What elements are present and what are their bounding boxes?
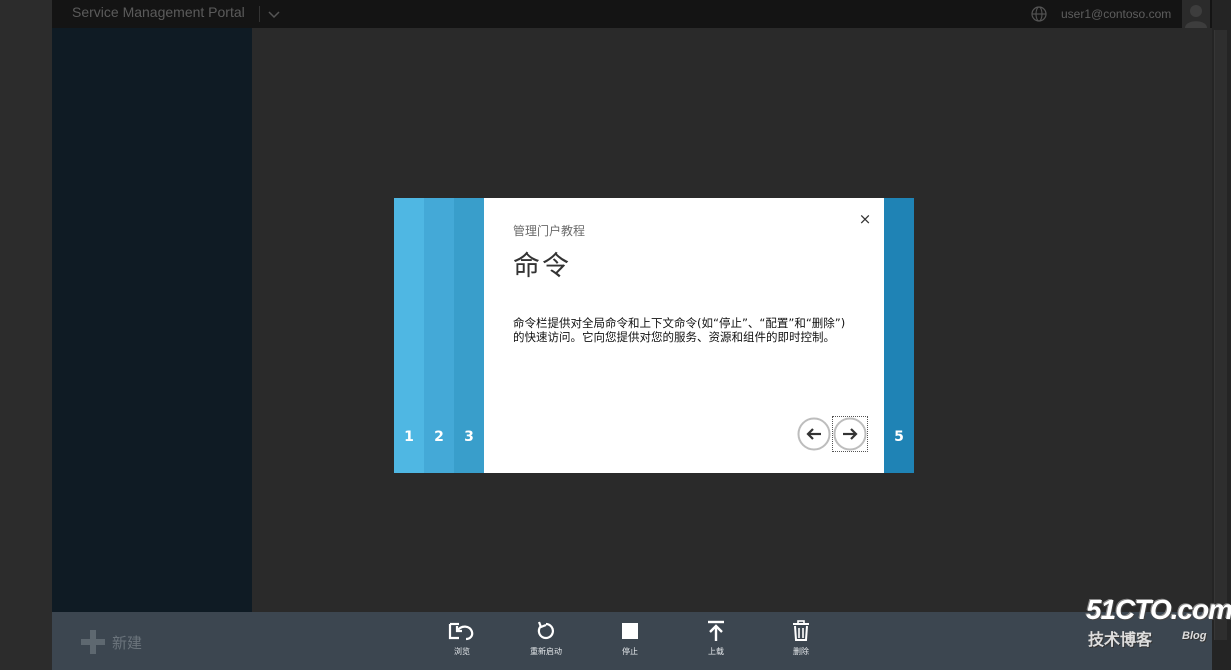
command-bar: 新建 浏览 重新启动 停止 上载 删除	[52, 612, 1212, 670]
next-button[interactable]	[832, 416, 868, 452]
delete-icon	[793, 620, 809, 641]
tutorial-body-line: 命令栏提供对全局命令和上下文命令(如“停止”、“配置”和“删除”)	[513, 316, 846, 330]
plus-icon	[81, 630, 105, 654]
user-avatar-icon	[1185, 5, 1207, 28]
watermark-logo: 51CTO.com	[1086, 594, 1231, 625]
step-2-tab[interactable]: 2	[424, 198, 454, 473]
globe-icon[interactable]	[1030, 5, 1048, 23]
previous-button[interactable]	[797, 417, 831, 451]
step-number: 2	[434, 429, 444, 445]
browse-icon	[448, 622, 474, 641]
upload-label: 上载	[708, 647, 724, 656]
scrollbar-thumb[interactable]	[1214, 30, 1227, 640]
watermark-blog: Blog	[1182, 630, 1207, 642]
upload-icon	[708, 620, 724, 641]
step-1-tab[interactable]: 1	[394, 198, 424, 473]
step-number: 1	[404, 429, 414, 445]
step-5-tab[interactable]: 5	[884, 198, 914, 473]
tutorial-kicker: 管理门户教程	[513, 224, 586, 238]
stop-icon	[622, 623, 638, 639]
step-number: 5	[894, 429, 904, 445]
delete-label: 删除	[793, 647, 809, 656]
tutorial-dialog: 1 2 3 管理门户教程 命令 命令栏提供对全局命令和上下文命令(如“停止”、“…	[394, 198, 914, 473]
user-email[interactable]: user1@contoso.com	[1061, 7, 1171, 21]
portal-title[interactable]: Service Management Portal	[72, 4, 245, 20]
stop-label: 停止	[622, 647, 638, 656]
stop-button[interactable]: 停止	[600, 620, 660, 666]
tutorial-title: 命令	[513, 251, 571, 282]
site-watermark: 51CTO.com 技术博客 Blog	[1086, 594, 1231, 654]
title-divider	[259, 6, 260, 22]
tutorial-body: 命令栏提供对全局命令和上下文命令(如“停止”、“配置”和“删除”) 的快速访问。…	[513, 316, 863, 344]
watermark-subtitle: 技术博客	[1088, 630, 1153, 649]
avatar[interactable]	[1182, 0, 1210, 28]
top-bar: Service Management Portal user1@contoso.…	[52, 0, 1212, 28]
portal-window: Service Management Portal user1@contoso.…	[52, 0, 1212, 670]
tutorial-body-line: 的快速访问。它向您提供对您的服务、资源和组件的即时控制。	[513, 330, 835, 344]
tutorial-panel: 管理门户教程 命令 命令栏提供对全局命令和上下文命令(如“停止”、“配置”和“删…	[484, 198, 884, 473]
restart-button[interactable]: 重新启动	[516, 620, 576, 666]
step-3-tab[interactable]: 3	[454, 198, 484, 473]
restart-label: 重新启动	[530, 647, 562, 656]
close-button[interactable]: ×	[856, 210, 874, 228]
step-number: 3	[464, 429, 474, 445]
delete-button[interactable]: 删除	[771, 620, 831, 666]
new-button-label: 新建	[112, 634, 143, 652]
browse-label: 浏览	[454, 647, 470, 656]
browse-button[interactable]: 浏览	[432, 620, 492, 666]
restart-icon	[537, 621, 554, 640]
chevron-down-icon[interactable]	[266, 6, 282, 22]
upload-button[interactable]: 上载	[686, 620, 746, 666]
navigation-sidebar	[52, 28, 252, 612]
arrow-right-icon	[833, 417, 867, 451]
